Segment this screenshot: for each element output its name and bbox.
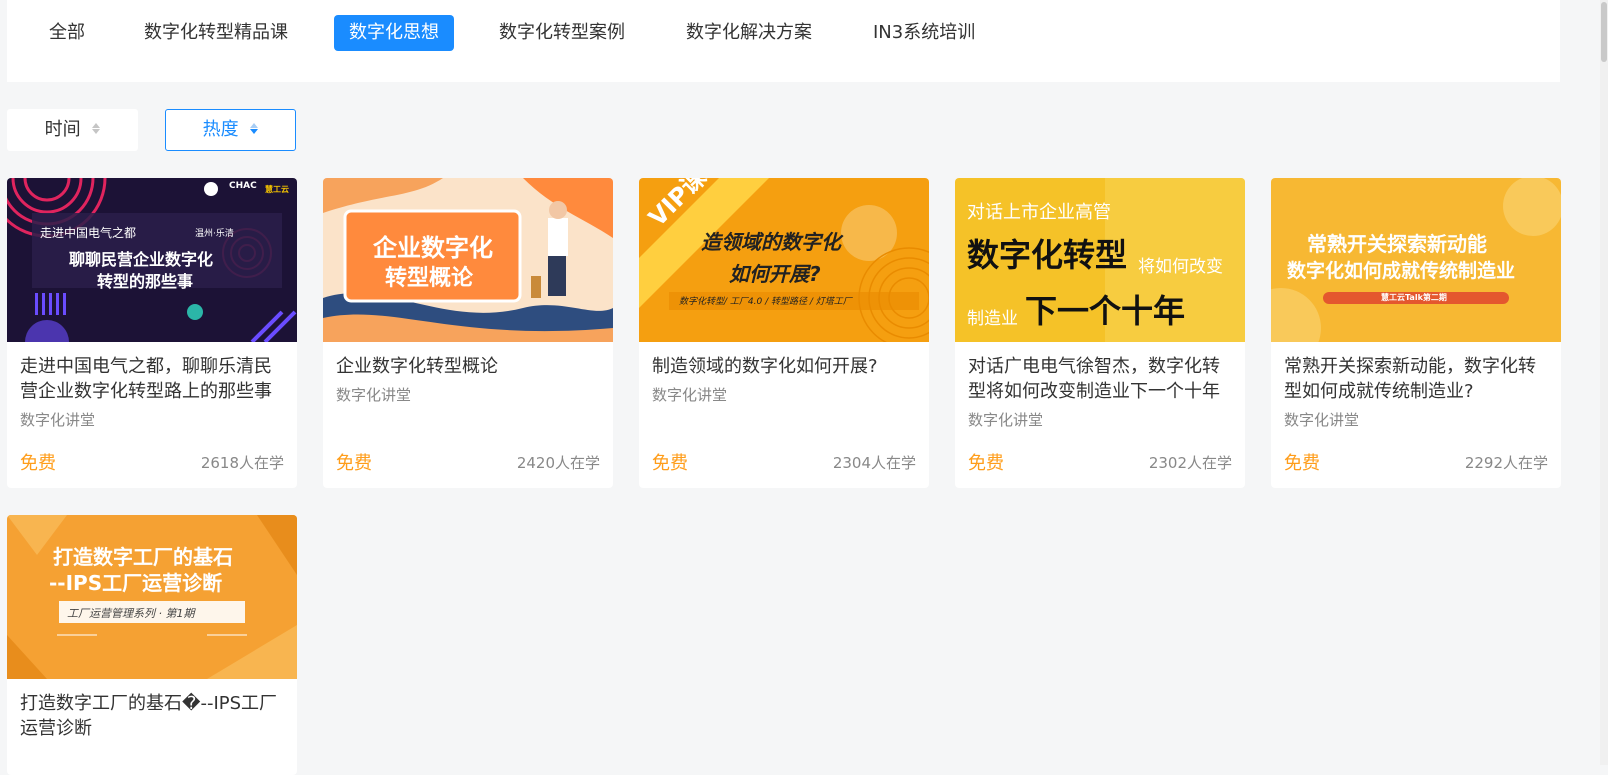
course-category: 数字化讲堂 [1284,411,1360,429]
banner-line: 企业数字化 [373,234,493,262]
course-title[interactable]: 打造数字工厂的基石�--IPS工厂运营诊断 [20,691,284,741]
sort-by-time-button[interactable]: 时间 [7,109,138,151]
banner-line: 将如何改变 [1138,257,1223,277]
course-footer: 免费 2292人在学 [1284,449,1548,475]
banner-line: 数字化转型 [967,236,1128,274]
banner-line: 聊聊民营企业数字化 [69,250,214,269]
tab-transformation-cases[interactable]: 数字化转型案例 [484,15,640,51]
course-info: 打造数字工厂的基石�--IPS工厂运营诊断 [7,679,297,741]
banner-tag: 慧工云Talk第二期 [1381,293,1447,302]
course-category: 数字化讲堂 [968,411,1044,429]
banner-line: 制造业 [967,309,1018,329]
course-thumbnail: 常熟开关探索新动能 数字化如何成就传统制造业 慧工云Talk第二期 [1271,178,1561,342]
course-info: 常熟开关探索新动能，数字化转型如何成就传统制造业? 数字化讲堂 [1271,342,1561,430]
course-card[interactable]: 对话上市企业高管 数字化转型 将如何改变 制造业 下一个十年 对话广电电气徐智杰… [955,178,1245,488]
course-learners: 2302人在学 [1148,454,1232,472]
course-card[interactable]: 打造数字工厂的基石 --IPS工厂运营诊断 工厂运营管理系列 · 第1期 打造数… [7,515,297,775]
course-title[interactable]: 走进中国电气之都，聊聊乐清民营企业数字化转型路上的那些事 [20,354,284,404]
course-footer: 免费 2420人在学 [336,449,600,475]
page-scrollbar[interactable] [1600,0,1608,765]
course-price: 免费 [1284,453,1320,474]
banner-line: --IPS工厂运营诊断 [49,571,223,595]
course-learners: 2618人在学 [200,454,284,472]
course-title[interactable]: 常熟开关探索新动能，数字化转型如何成就传统制造业? [1284,354,1548,404]
course-footer: 免费 2304人在学 [652,449,916,475]
banner-line: 转型的那些事 [97,272,194,291]
course-title[interactable]: 制造领域的数字化如何开展? [652,354,916,379]
banner-logo-text: 慧工云 [265,185,289,194]
tab-digital-transformation-courses[interactable]: 数字化转型精品课 [129,15,303,51]
sort-time-label: 时间 [44,119,81,140]
course-price: 免费 [968,453,1004,474]
course-price: 免费 [20,453,56,474]
banner-line: 常熟开关探索新动能 [1307,232,1487,256]
course-info: 对话广电电气徐智杰，数字化转型将如何改变制造业下一个十年 数字化讲堂 [955,342,1245,430]
banner-tags: 数字化转型/ 工厂4.0 / 转型路径 / 灯塔工厂 [679,297,852,307]
course-learners: 2420人在学 [516,454,600,472]
banner-tag: 工厂运营管理系列 · 第1期 [67,607,195,620]
tab-all[interactable]: 全部 [34,15,100,51]
banner-tag: 温州·乐清 [195,229,234,239]
course-category: 数字化讲堂 [20,411,96,429]
course-thumbnail: VIP课程 造领域的数字化 如何开展? 数字化转型/ 工厂4.0 / 转型路径 … [639,178,929,342]
sort-by-popularity-button[interactable]: 热度 [165,109,296,151]
course-info: 企业数字化转型概论 数字化讲堂 [323,342,613,405]
course-title[interactable]: 对话广电电气徐智杰，数字化转型将如何改变制造业下一个十年 [968,354,1232,404]
course-card[interactable]: VIP课程 造领域的数字化 如何开展? 数字化转型/ 工厂4.0 / 转型路径 … [639,178,929,488]
sort-arrows-icon [250,122,259,135]
course-category: 数字化讲堂 [336,386,412,404]
banner-line: 打造数字工厂的基石 [53,545,233,569]
banner-line: 如何开展? [729,262,821,286]
tab-digital-solutions[interactable]: 数字化解决方案 [671,15,827,51]
banner-line: 下一个十年 [1025,292,1186,330]
course-thumbnail: 企业数字化 转型概论 [323,178,613,342]
sort-hot-label: 热度 [202,119,239,140]
banner-logo-text: CHAC [229,181,257,191]
banner-line: 走进中国电气之都 [40,226,137,240]
course-learners: 2304人在学 [832,454,916,472]
course-learners: 2292人在学 [1464,454,1548,472]
course-thumbnail: 对话上市企业高管 数字化转型 将如何改变 制造业 下一个十年 [955,178,1245,342]
course-card[interactable]: 常熟开关探索新动能 数字化如何成就传统制造业 慧工云Talk第二期 常熟开关探索… [1271,178,1561,488]
course-card[interactable]: 企业数字化 转型概论 企业数字化转型概论 数字化讲堂 免费 2420人在学 [323,178,613,488]
tab-in3-training[interactable]: IN3系统培训 [858,15,990,51]
course-category: 数字化讲堂 [652,386,728,404]
banner-line: 造领域的数字化 [701,230,841,254]
course-title[interactable]: 企业数字化转型概论 [336,354,600,379]
course-price: 免费 [336,453,372,474]
category-tab-bar: 全部 数字化转型精品课 数字化思想 数字化转型案例 数字化解决方案 IN3系统培… [7,0,1560,82]
course-card[interactable]: CHAC 慧工云 走进中国电气之都 温州·乐清 聊聊民营企业数字化 转型的那些事… [7,178,297,488]
course-thumbnail: 打造数字工厂的基石 --IPS工厂运营诊断 工厂运营管理系列 · 第1期 [7,515,297,679]
course-info: 走进中国电气之都，聊聊乐清民营企业数字化转型路上的那些事 数字化讲堂 [7,342,297,430]
tab-digital-thinking[interactable]: 数字化思想 [334,15,454,51]
banner-line: 数字化如何成就传统制造业 [1287,260,1516,282]
course-footer: 免费 2618人在学 [20,449,284,475]
banner-line: 转型概论 [385,266,474,291]
course-thumbnail: CHAC 慧工云 走进中国电气之都 温州·乐清 聊聊民营企业数字化 转型的那些事 [7,178,297,342]
scrollbar-thumb[interactable] [1601,2,1607,62]
course-footer: 免费 2302人在学 [968,449,1232,475]
course-price: 免费 [652,453,688,474]
course-info: 制造领域的数字化如何开展? 数字化讲堂 [639,342,929,405]
sort-arrows-icon [92,122,101,135]
banner-line: 对话上市企业高管 [967,202,1111,223]
